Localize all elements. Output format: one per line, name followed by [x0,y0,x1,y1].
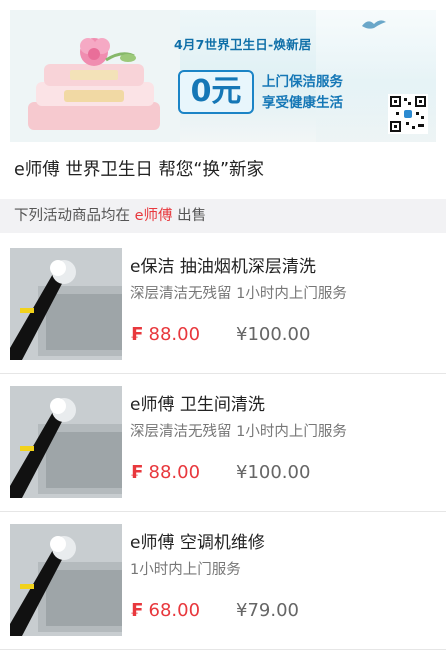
product-name: e师傅 卫生间清洗 [130,395,265,415]
product-desc: 深层清洁无残留 1小时内上门服务 [130,286,347,302]
product-thumbnail [10,524,122,636]
product-item[interactable]: e师傅 空调机维修 1小时内上门服务 ₣ 68.00 ¥79.00 [0,512,446,650]
product-name: e保洁 抽油烟机深层清洗 [130,257,316,277]
notice-suffix: 出售 [177,208,207,224]
yuan-icon: ₣ [130,600,143,621]
product-price: ₣ 88.00 [130,462,201,483]
towels-flower-illustration [10,10,180,142]
zero-price-badge: 0元 [178,70,254,114]
yuan-icon: ₣ [130,462,143,483]
product-name: e师傅 空调机维修 [130,533,265,553]
product-desc: 深层清洁无残留 1小时内上门服务 [130,424,347,440]
product-desc: 1小时内上门服务 [130,562,241,578]
banner-promo-text: 上门保洁服务 享受健康生活 [262,72,343,114]
yuan-icon: ₣ [130,324,143,345]
promo-banner[interactable]: 4月7世界卫生日-焕新居 0元 上门保洁服务 享受健康生活 [10,10,436,142]
notice-brand-link[interactable]: e师傅 [135,208,173,224]
product-original-price: ¥100.00 [236,462,311,483]
notice-prefix: 下列活动商品均在 [14,208,130,224]
product-item[interactable]: e保洁 抽油烟机深层清洗 深层清洁无残留 1小时内上门服务 ₣ 88.00 ¥10… [0,236,446,374]
promo-line-1: 上门保洁服务 [262,74,343,90]
product-item[interactable]: e师傅 卫生间清洗 深层清洁无残留 1小时内上门服务 ₣ 88.00 ¥100.0… [0,374,446,512]
product-price: ₣ 88.00 [130,324,201,345]
page-title: e师傅 世界卫生日 帮您“换”新家 [14,160,265,180]
product-thumbnail [10,386,122,498]
bird-icon [362,20,386,29]
promo-line-2: 享受健康生活 [262,95,343,111]
product-original-price: ¥100.00 [236,324,311,345]
notice-bar: 下列活动商品均在 e师傅 出售 [0,199,446,233]
product-thumbnail [10,248,122,360]
banner-date-line: 4月7世界卫生日-焕新居 [174,37,312,52]
product-price: ₣ 68.00 [130,600,201,621]
product-original-price: ¥79.00 [236,600,299,621]
qr-code-icon[interactable] [388,94,428,134]
